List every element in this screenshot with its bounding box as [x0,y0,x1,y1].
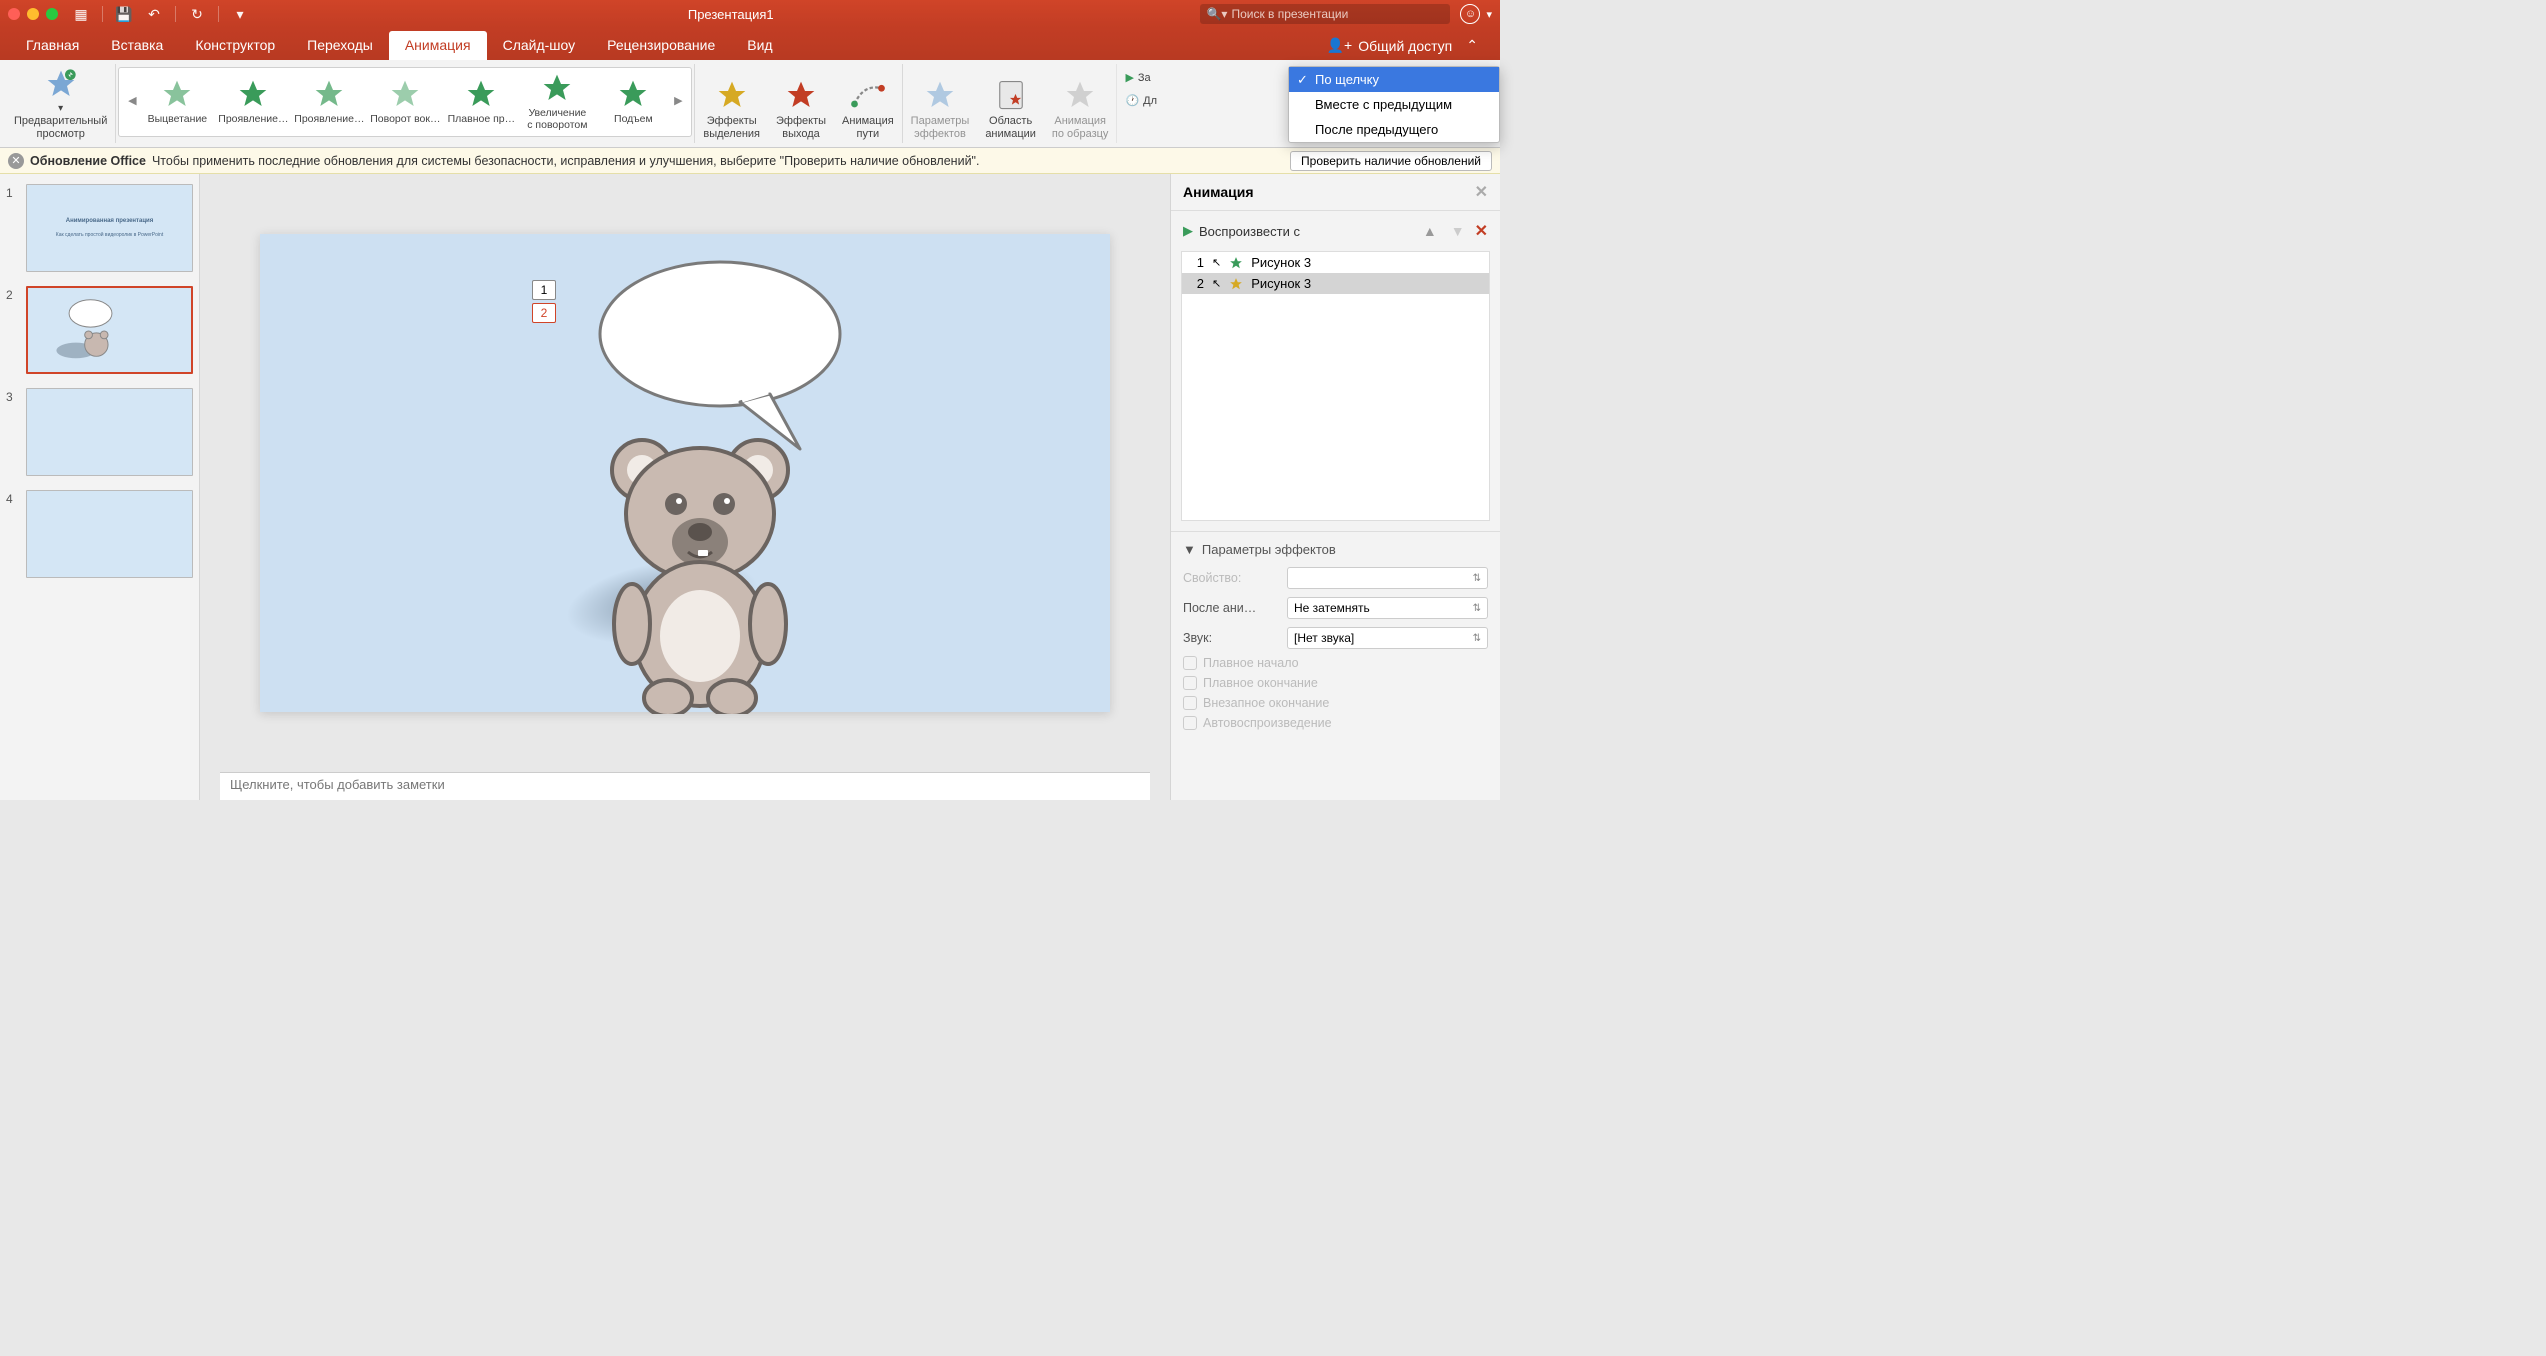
close-pane-icon[interactable]: ✕ [1475,182,1488,202]
sound-select[interactable]: [Нет звука]⇅ [1287,627,1488,649]
play-from-button[interactable]: Воспроизвести с [1199,224,1300,239]
tab-animation[interactable]: Анимация [389,31,487,60]
after-anim-select[interactable]: Не затемнять⇅ [1287,597,1488,619]
anim-float[interactable]: Плавное пр… [443,78,519,126]
search-placeholder: Поиск в презентации [1231,7,1348,21]
gallery-next-icon[interactable]: ▶ [671,95,685,108]
disclosure-icon: ▼ [1183,542,1196,557]
thumbnail-3[interactable] [26,388,193,476]
tab-transitions[interactable]: Переходы [291,31,389,60]
gallery-prev-icon[interactable]: ◀ [125,95,139,108]
property-select: ⇅ [1287,567,1488,589]
pane-title: Анимация [1183,184,1254,200]
anim-spin[interactable]: Поворот вок… [367,78,443,126]
tab-design[interactable]: Конструктор [179,31,291,60]
animation-row-2[interactable]: 2 ↖ Рисунок 3 [1182,273,1489,294]
chevron-down-icon: ▾ [58,103,63,115]
anim-appear[interactable]: Проявление… [215,78,291,126]
effect-params-header[interactable]: ▼ Параметры эффектов [1171,531,1500,563]
anim-rise[interactable]: Подъем [595,78,671,126]
play-icon: ▶ [1183,223,1193,239]
animation-pane-button[interactable]: Область анимации [977,64,1044,143]
bounce-end-checkbox: Внезапное окончание [1171,693,1500,713]
autoplay-checkbox: Автовоспроизведение [1171,713,1500,733]
animation-pane: Анимация ✕ ▶ Воспроизвести с ▲ ▼ ✕ 1 ↖ Р… [1170,174,1500,800]
feedback-chevron-icon[interactable]: ▾ [1486,8,1492,21]
duration-label: Дл [1143,95,1157,108]
exit-effects-button[interactable]: Эффекты выхода [768,64,834,143]
share-icon: 👤+ [1327,37,1353,54]
minimize-window-icon[interactable] [27,8,39,20]
update-notification: ✕ Обновление Office Чтобы применить посл… [0,148,1500,174]
tab-home[interactable]: Главная [10,31,95,60]
play-icon: ▶ [1125,72,1133,85]
feedback-icon[interactable]: ☺ [1460,4,1480,24]
anim-fade[interactable]: Выцветание [139,78,215,126]
animation-painter-button[interactable]: Анимация по образцу [1044,64,1118,143]
thumbnail-1[interactable]: Анимированная презентация Как сделать пр… [26,184,193,272]
tab-insert[interactable]: Вставка [95,31,179,60]
emphasis-effects-button[interactable]: Эффекты выделения [695,64,768,143]
thumbnail-2[interactable] [26,286,193,374]
maximize-window-icon[interactable] [46,8,58,20]
collapse-ribbon-icon[interactable]: ⌃ [1466,37,1478,54]
animation-row-1[interactable]: 1 ↖ Рисунок 3 [1182,252,1489,273]
animation-gallery[interactable]: ◀ Выцветание Проявление… Проявление… Пов… [118,67,692,137]
bear-image[interactable] [580,414,840,719]
tab-slideshow[interactable]: Слайд-шоу [487,31,592,60]
smooth-end-checkbox: Плавное окончание [1171,673,1500,693]
animation-list: 1 ↖ Рисунок 3 2 ↖ Рисунок 3 [1181,251,1490,521]
smooth-start-checkbox: Плавное начало [1171,653,1500,673]
move-down-icon[interactable]: ▼ [1447,223,1469,239]
move-up-icon[interactable]: ▲ [1419,223,1441,239]
start-label: За [1138,72,1151,85]
tab-review[interactable]: Рецензирование [591,31,731,60]
save-icon[interactable]: 💾 [115,5,133,23]
layout-icon[interactable]: ▦ [72,5,90,23]
undo-icon[interactable]: ↶ [145,5,163,23]
slide-thumbnails: 1 Анимированная презентация Как сделать … [0,174,200,800]
tab-view[interactable]: Вид [731,31,788,60]
dropdown-on-click[interactable]: По щелчку [1289,67,1499,92]
anim-appear2[interactable]: Проявление… [291,78,367,126]
search-icon: 🔍▾ [1206,7,1227,21]
cursor-icon: ↖ [1212,277,1221,290]
qat-customize-icon[interactable]: ▾ [231,5,249,23]
warning-icon[interactable]: ✕ [8,153,24,169]
start-dropdown[interactable]: По щелчку Вместе с предыдущим После пред… [1288,66,1500,143]
motion-path-button[interactable]: Анимация пути [834,64,903,143]
thumbnail-4[interactable] [26,490,193,578]
animation-tag-2[interactable]: 2 [532,303,556,323]
search-field[interactable]: 🔍▾ Поиск в презентации [1200,4,1450,24]
preview-button[interactable]: ▾ Предварительный просмотр [6,64,116,143]
animation-tag-1[interactable]: 1 [532,280,556,300]
check-updates-button[interactable]: Проверить наличие обновлений [1290,151,1492,171]
delete-animation-icon[interactable]: ✕ [1475,221,1488,241]
clock-icon: 🕐 [1125,95,1139,108]
cursor-icon: ↖ [1212,256,1221,269]
redo-icon[interactable]: ↻ [188,5,206,23]
effect-options-button[interactable]: Параметры эффектов [903,64,978,143]
slide-canvas[interactable]: 1 2 [260,234,1110,712]
window-controls[interactable] [8,8,58,20]
close-window-icon[interactable] [8,8,20,20]
dropdown-with-prev[interactable]: Вместе с предыдущим [1289,92,1499,117]
anim-grow-spin[interactable]: Увеличение с поворотом [519,72,595,132]
notes-field[interactable]: Щелкните, чтобы добавить заметки [220,772,1150,800]
document-title: Презентация1 [261,7,1200,22]
dropdown-after-prev[interactable]: После предыдущего [1289,117,1499,142]
share-button[interactable]: 👤+ Общий доступ ⌃ [1315,31,1490,60]
